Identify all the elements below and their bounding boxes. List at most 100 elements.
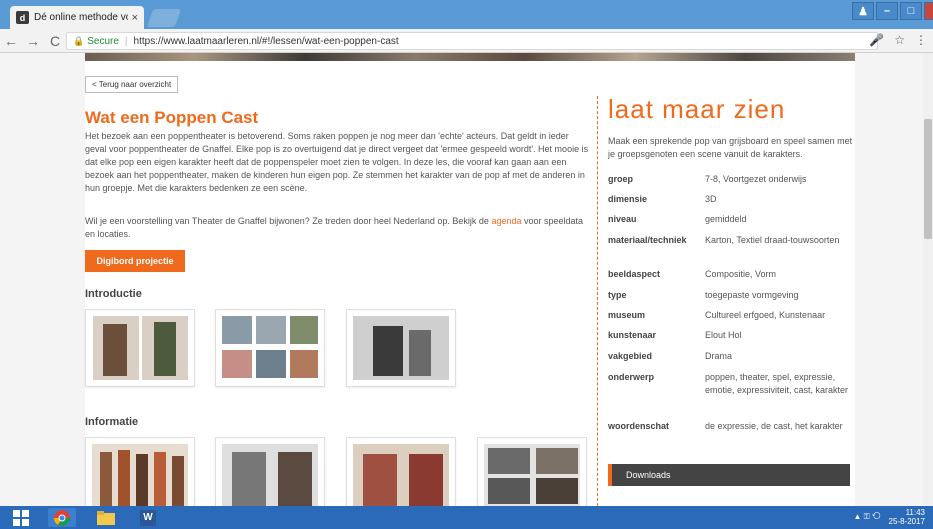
windows-logo-icon: [13, 509, 29, 526]
informatie-card-4[interactable]: [477, 437, 587, 506]
informatie-card-3[interactable]: [346, 437, 456, 506]
close-window-button[interactable]: x: [924, 2, 933, 20]
meta-value: poppen, theater, spel, expressie, emotie…: [705, 372, 849, 395]
lesson-title: Wat een Poppen Cast: [85, 108, 259, 127]
browser-menu-icon[interactable]: ⋮: [915, 33, 927, 47]
bookmark-star-icon[interactable]: ☆: [894, 33, 905, 47]
meta-row: kunstenaar Elout Hol: [608, 329, 853, 342]
puppets-on-sticks-photo-icon: [92, 444, 188, 506]
site-favicon-icon: d: [16, 11, 29, 24]
secure-label: Secure: [87, 35, 119, 47]
introductie-card-3[interactable]: [346, 309, 456, 387]
puppeteer-photo-icon: [353, 316, 449, 380]
meta-row: materiaal/techniek Karton, Textiel draad-…: [608, 234, 853, 247]
tab-close-icon[interactable]: ×: [132, 12, 138, 24]
lesson-tagline: Maak een sprekende pop van grijsboard en…: [608, 136, 853, 159]
meta-value: Drama: [705, 351, 733, 361]
chrome-taskbar-icon[interactable]: [48, 508, 76, 527]
agenda-link[interactable]: agenda: [491, 216, 521, 226]
meta-value: Compositie, Vorm: [705, 269, 777, 279]
forward-arrow-icon[interactable]: →: [22, 33, 44, 49]
puppet-grid-photo-icon: [222, 316, 318, 378]
meta-row: woordenschat de expressie, de cast, het k…: [608, 420, 853, 433]
sidebar-divider: [597, 96, 598, 506]
meta-row: type toegepaste vormgeving: [608, 289, 853, 302]
meta-key: woordenschat: [608, 421, 670, 431]
url-separator: |: [124, 35, 128, 47]
address-bar-actions: 🎤 ☆ ⋮: [869, 33, 927, 47]
puppet-heads-photo-icon: [484, 444, 580, 506]
meta-row: vakgebied Drama: [608, 350, 853, 363]
performance-info: Wil je een voorstelling van Theater de G…: [85, 215, 589, 241]
lesson-intro: Het bezoek aan een poppentheater is beto…: [85, 131, 589, 193]
section-informatie-heading: Informatie: [85, 416, 139, 428]
meta-value: 3D: [705, 194, 717, 204]
informatie-card-2[interactable]: [215, 437, 325, 506]
system-tray: ▲ ⚿ ⟲ 11:43 25-8-2017: [853, 508, 925, 526]
page-scrollbar[interactable]: [923, 53, 933, 506]
meta-key: groep: [608, 174, 634, 184]
windows-start-icon[interactable]: [10, 508, 32, 527]
meta-value: Elout Hol: [705, 330, 742, 340]
meta-row: dimensie 3D: [608, 193, 853, 206]
microphone-icon[interactable]: 🎤: [869, 33, 884, 47]
section-introductie-heading: Introductie: [85, 288, 142, 300]
performance-text-start: Wil je een voorstelling van Theater de G…: [85, 216, 489, 226]
word-logo-icon: W: [140, 509, 156, 526]
meta-row: onderwerp poppen, theater, spel, expressi…: [608, 371, 853, 397]
browser-tab[interactable]: d Dé online methode voo ×: [10, 6, 144, 29]
downloads-section-header[interactable]: Downloads: [608, 464, 850, 486]
user-profile-icon[interactable]: ♟: [852, 2, 874, 20]
lock-icon: 🔒: [73, 35, 85, 46]
puppet-photo-icon: [92, 316, 139, 380]
windows-taskbar: W ▲ ⚿ ⟲ 11:43 25-8-2017: [0, 506, 933, 529]
mouse-puppet-photo-icon: [222, 444, 318, 506]
character-puppet-photo-icon: [353, 444, 449, 506]
meta-key: museum: [608, 310, 646, 320]
scrollbar-thumb[interactable]: [924, 119, 932, 239]
tab-title: Dé online methode voo: [34, 12, 128, 23]
meta-key: onderwerp: [608, 372, 655, 382]
folder-icon: [97, 510, 115, 525]
maximize-button[interactable]: □: [900, 2, 922, 20]
chrome-logo-icon: [54, 509, 70, 526]
header-banner-image: [85, 53, 855, 61]
file-explorer-taskbar-icon[interactable]: [92, 508, 120, 527]
clock-time: 11:43: [905, 508, 925, 517]
back-to-overview-button[interactable]: < Terug naar overzicht: [85, 76, 179, 93]
new-tab-button[interactable]: [146, 9, 182, 27]
tray-icons[interactable]: ▲ ⚿ ⟲: [853, 512, 880, 522]
meta-value: Karton, Textiel draad-touwsoorten: [705, 235, 840, 245]
informatie-card-1[interactable]: [85, 437, 195, 506]
meta-value: gemiddeld: [705, 214, 747, 224]
meta-value: de expressie, de cast, het karakter: [705, 421, 843, 431]
meta-key: materiaal/techniek: [608, 235, 687, 245]
taskbar-clock[interactable]: 11:43 25-8-2017: [889, 508, 925, 526]
meta-key: dimensie: [608, 194, 648, 204]
meta-row: museum Cultureel erfgoed, Kunstenaar: [608, 309, 853, 322]
reload-icon[interactable]: C: [44, 33, 66, 49]
clock-date: 25-8-2017: [888, 517, 925, 526]
digibord-projection-button[interactable]: Digibord projectie: [85, 250, 185, 272]
introductie-card-2[interactable]: [215, 309, 325, 387]
meta-key: kunstenaar: [608, 330, 657, 340]
meta-key: niveau: [608, 214, 637, 224]
word-taskbar-icon[interactable]: W: [134, 508, 162, 527]
puppet-photo-icon: [141, 316, 188, 380]
meta-key: type: [608, 290, 627, 300]
window-controls: ♟ – □ x: [852, 2, 933, 20]
introductie-card-1[interactable]: [85, 309, 195, 387]
url-text: https://www.laatmaarleren.nl/#!/lessen/w…: [133, 35, 399, 47]
meta-value: Cultureel erfgoed, Kunstenaar: [705, 310, 826, 320]
laat-maar-zien-logo: laat maar zien: [608, 94, 786, 124]
back-arrow-icon[interactable]: ←: [0, 33, 22, 49]
meta-value: 7-8, Voortgezet onderwijs: [705, 174, 807, 184]
meta-row: beeldaspect Compositie, Vorm: [608, 268, 853, 281]
meta-row: groep 7-8, Voortgezet onderwijs: [608, 173, 853, 186]
meta-key: beeldaspect: [608, 269, 661, 279]
meta-value: toegepaste vormgeving: [705, 290, 799, 300]
minimize-button[interactable]: –: [876, 2, 898, 20]
url-field[interactable]: 🔒 Secure | https://www.laatmaarleren.nl/…: [66, 32, 878, 50]
meta-row: niveau gemiddeld: [608, 213, 853, 226]
meta-key: vakgebied: [608, 351, 653, 361]
